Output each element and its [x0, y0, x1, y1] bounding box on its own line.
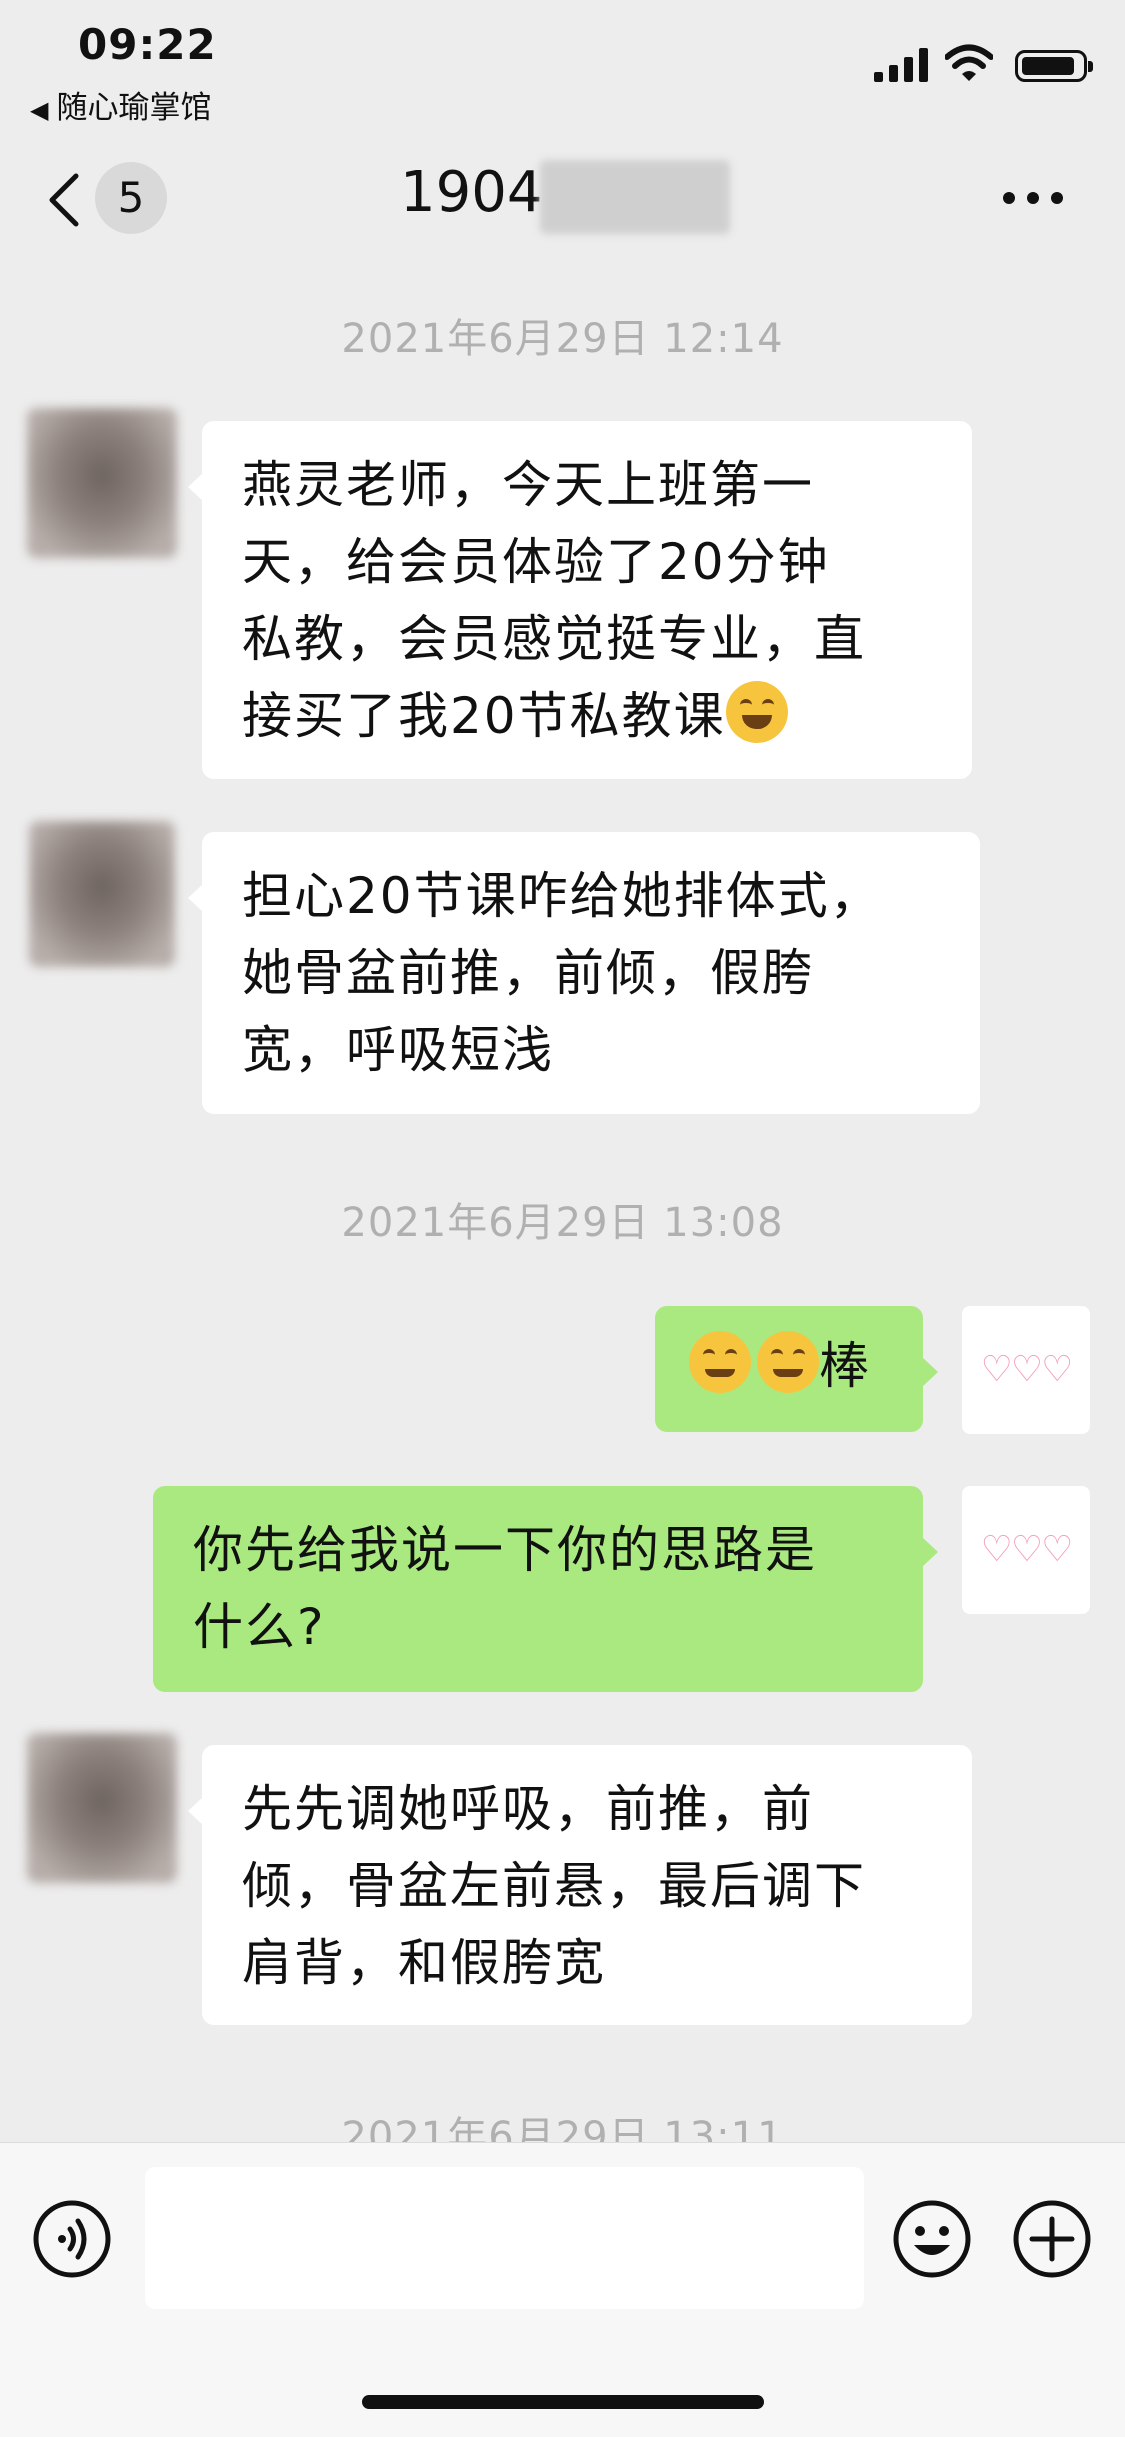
message-line: 你先给我说一下你的思路是 — [193, 1521, 817, 1579]
message-line: 什么? — [193, 1598, 326, 1656]
message-line: 她骨盆前推，前倾，假胯 — [242, 944, 814, 1002]
contact-avatar[interactable] — [27, 408, 177, 558]
contact-avatar[interactable] — [27, 1733, 177, 1883]
message-line: 棒 — [819, 1337, 871, 1395]
emoji-icon[interactable] — [892, 2199, 972, 2279]
signal-icon — [874, 48, 928, 82]
back-to-app-link[interactable]: ◀ 随心瑜掌馆 — [30, 82, 211, 127]
message-line: 担心20节课咋给她排体式， — [242, 867, 882, 925]
chat-header: 5 1904 — [0, 130, 1125, 270]
message-input[interactable] — [145, 2167, 864, 2309]
message-line: 先先调她呼吸，前推，前 — [242, 1780, 814, 1838]
chat-title: 1904 — [400, 160, 543, 225]
more-icon[interactable] — [1001, 190, 1065, 206]
voice-icon[interactable] — [32, 2199, 112, 2279]
message-line: 天，给会员体验了20分钟 — [242, 533, 830, 591]
back-chevron-icon[interactable] — [44, 170, 84, 230]
status-time: 09:22 — [78, 20, 217, 69]
home-indicator[interactable] — [362, 2395, 764, 2409]
hand-over-mouth-emoji-icon — [757, 1331, 819, 1393]
status-bar: 09:22 ◀ 随心瑜掌馆 — [0, 0, 1125, 130]
message-bubble[interactable]: 先先调她呼吸，前推，前 倾，骨盆左前悬，最后调下 肩背，和假胯宽 — [188, 1745, 972, 2025]
message-line: 燕灵老师，今天上班第一 — [242, 456, 814, 514]
hand-over-mouth-emoji-icon — [689, 1331, 751, 1393]
laughing-face-emoji-icon — [725, 681, 788, 743]
contact-avatar[interactable] — [29, 821, 175, 967]
message-bubble[interactable]: 燕灵老师，今天上班第一 天，给会员体验了20分钟 私教，会员感觉挺专业，直 接买… — [188, 421, 972, 779]
message-bubble[interactable]: 棒 — [655, 1306, 938, 1432]
self-avatar[interactable]: ♡♡♡ — [962, 1486, 1090, 1614]
message-timestamp: 2021年6月29日 13:08 — [341, 1200, 784, 1246]
message-line: 私教，会员感觉挺专业，直 — [242, 610, 866, 668]
message-bubble[interactable]: 你先给我说一下你的思路是 什么? — [153, 1486, 938, 1692]
wifi-icon — [945, 44, 993, 81]
plus-icon[interactable] — [1012, 2199, 1092, 2279]
message-bubble[interactable]: 担心20节课咋给她排体式， 她骨盆前推，前倾，假胯 宽，呼吸短浅 — [188, 832, 980, 1114]
unread-count-badge[interactable]: 5 — [95, 162, 167, 234]
back-app-label: 随心瑜掌馆 — [56, 90, 212, 126]
input-bar — [0, 2142, 1125, 2437]
back-triangle-icon: ◀ — [30, 96, 49, 124]
battery-icon — [1015, 50, 1093, 82]
redacted-name-blur — [540, 160, 730, 234]
message-timestamp: 2021年6月29日 12:14 — [341, 316, 784, 362]
self-avatar[interactable]: ♡♡♡ — [962, 1306, 1090, 1434]
message-line: 倾，骨盆左前悬，最后调下 — [242, 1857, 866, 1915]
message-line: 肩背，和假胯宽 — [242, 1934, 606, 1992]
message-line: 接买了我20节私教课 — [242, 687, 726, 745]
message-line: 宽，呼吸短浅 — [242, 1021, 554, 1079]
